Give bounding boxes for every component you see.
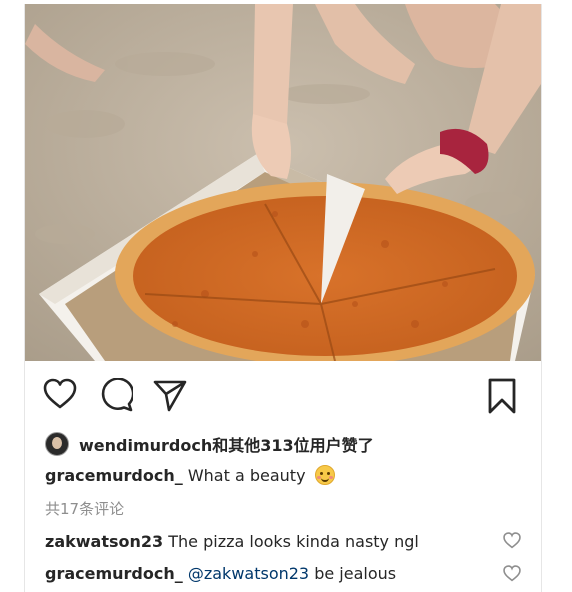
avatar[interactable] [45, 432, 69, 456]
heart-outline-icon[interactable] [43, 378, 77, 410]
caption-username[interactable]: gracemurdoch_ [45, 466, 183, 485]
post-card: wendimurdoch和其他313位用户赞了 gracemurdoch_ Wh… [24, 4, 542, 592]
comment-bubble-icon[interactable] [99, 378, 133, 412]
caption-text: What a beauty [187, 466, 306, 485]
comment-like-heart-icon[interactable] [503, 565, 521, 582]
post-photo[interactable] [25, 4, 541, 361]
comment-text: be jealous [314, 564, 397, 583]
likes-summary[interactable]: wendimurdoch和其他313位用户赞了 [45, 429, 374, 459]
smiling-face-emoji-icon [314, 465, 335, 485]
comment-like-heart-icon[interactable] [503, 532, 521, 549]
view-all-comments-link[interactable]: 共17条评论 [45, 498, 124, 519]
comment-row: gracemurdoch_ @zakwatson23 be jealous [45, 564, 396, 583]
caption: gracemurdoch_ What a beauty [45, 465, 335, 485]
bookmark-icon[interactable] [487, 378, 517, 414]
paper-plane-icon[interactable] [153, 378, 187, 412]
comment-mention[interactable]: @zakwatson23 [188, 564, 309, 583]
comment-username[interactable]: zakwatson23 [45, 532, 163, 551]
likes-text[interactable]: wendimurdoch和其他313位用户赞了 [79, 432, 374, 456]
action-bar [25, 361, 541, 431]
instagram-post-screen: wendimurdoch和其他313位用户赞了 gracemurdoch_ Wh… [0, 0, 572, 592]
comment-username[interactable]: gracemurdoch_ [45, 564, 183, 583]
comment-text: The pizza looks kinda nasty ngl [168, 532, 419, 551]
comment-row: zakwatson23 The pizza looks kinda nasty … [45, 532, 419, 551]
